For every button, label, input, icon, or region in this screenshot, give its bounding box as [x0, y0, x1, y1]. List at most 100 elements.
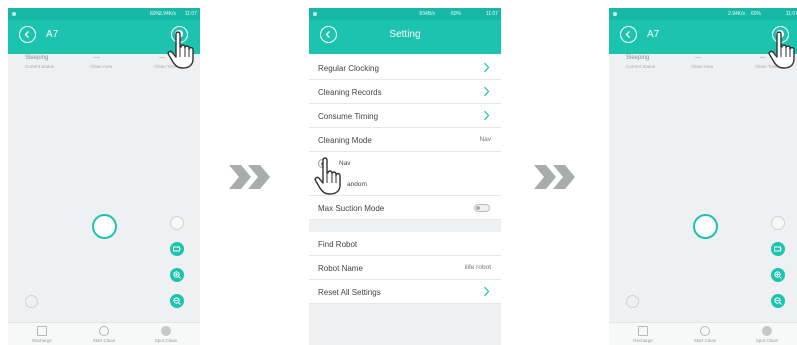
clean-time-value: --- — [159, 55, 165, 61]
spot-icon — [161, 326, 171, 336]
clock: 11:07 — [184, 11, 197, 17]
find-robot-row[interactable]: Find Robot — [309, 232, 501, 256]
direction-control-button[interactable] — [25, 295, 38, 308]
clock: 11:07 — [785, 11, 797, 17]
gray-control-button[interactable] — [771, 216, 785, 230]
zoom-out-icon — [774, 297, 782, 305]
robot-name-row[interactable]: Robot Name ilife robot — [309, 256, 501, 280]
clean-area-label: Clean Area — [691, 64, 714, 69]
clock: 11:07 — [485, 11, 498, 17]
battery-percent: 60% — [149, 11, 160, 17]
battery-button[interactable] — [771, 242, 785, 256]
pointing-hand-icon — [314, 157, 341, 195]
page-title: Setting — [389, 29, 421, 40]
cleaning-records-label: Cleaning Records — [318, 88, 382, 97]
pointing-hand-icon — [768, 31, 795, 69]
zoom-out-button[interactable] — [771, 294, 785, 308]
status-bar: 2.94K/s 60% 11:07 — [609, 8, 797, 20]
notification-icon — [613, 12, 617, 16]
status-label: Current Status — [626, 64, 656, 69]
network-speed: 2.94K/s — [728, 11, 745, 17]
battery-percent: 60% — [750, 11, 761, 17]
back-button[interactable] — [19, 26, 36, 43]
battery-percent: 60% — [450, 11, 461, 17]
chevron-right-icon — [484, 86, 490, 97]
house-icon — [37, 326, 47, 336]
phone-home-screen: 2.94K/s 60% 11:07 A7 Sleeping Current St… — [8, 8, 200, 345]
zoom-in-button[interactable] — [771, 268, 785, 282]
status-bar: 834B/s 60% 11:07 — [309, 8, 501, 20]
zoom-out-button[interactable] — [170, 294, 184, 308]
spot-clean-button[interactable]: Spot Clean — [136, 326, 196, 343]
robot-name-value: ilife robot — [464, 264, 491, 271]
robot-position-marker — [92, 214, 117, 239]
network-speed: 2.94K/s — [159, 11, 176, 17]
cleaning-records-row[interactable]: Cleaning Records — [309, 80, 501, 104]
chevron-right-icon — [484, 286, 490, 297]
clean-area-label: Clean Area — [90, 64, 113, 69]
house-icon — [638, 326, 648, 336]
max-suction-mode-row: Max Suction Mode — [309, 196, 501, 220]
regular-clocking-row[interactable]: Regular Clocking — [309, 56, 501, 80]
empty-area — [309, 304, 501, 345]
status-label: Current Status — [25, 64, 55, 69]
battery-button[interactable] — [170, 242, 184, 256]
option-random-label: andom — [347, 181, 367, 188]
device-name: A7 — [46, 29, 59, 40]
zoom-in-button[interactable] — [170, 268, 184, 282]
notification-icon — [313, 12, 317, 16]
zoom-in-icon — [774, 271, 782, 279]
play-icon — [700, 326, 710, 336]
double-chevron-right-icon — [229, 165, 270, 189]
status-value: Sleeping — [25, 55, 49, 61]
find-robot-label: Find Robot — [318, 240, 358, 249]
consume-timing-label: Consume Timing — [318, 112, 379, 121]
start-clean-label: Start Clean — [693, 338, 717, 343]
max-suction-toggle[interactable] — [474, 204, 490, 212]
clean-area-value: --- — [695, 55, 701, 61]
cleaning-mode-value: Nav — [479, 136, 491, 143]
direction-control-button[interactable] — [626, 295, 639, 308]
title-bar: Setting — [309, 20, 501, 54]
start-clean-label: Start Clean — [92, 338, 116, 343]
start-clean-button[interactable]: Start Clean — [675, 326, 735, 343]
recharge-label: Recharge — [633, 338, 653, 343]
chevron-right-icon — [484, 110, 490, 121]
spot-clean-button[interactable]: Spot Clean — [737, 326, 797, 343]
back-button[interactable] — [620, 26, 637, 43]
zoom-in-icon — [173, 271, 181, 279]
device-name: A7 — [647, 29, 660, 40]
spot-clean-label: Spot Clean — [154, 338, 178, 343]
chevron-left-icon — [625, 31, 630, 38]
reset-all-settings-row[interactable]: Reset All Settings — [309, 280, 501, 304]
reset-all-settings-label: Reset All Settings — [318, 288, 381, 297]
cleaning-mode-label: Cleaning Mode — [318, 136, 372, 145]
start-clean-button[interactable]: Start Clean — [74, 326, 134, 343]
robot-name-label: Robot Name — [318, 264, 363, 273]
pointing-hand-icon — [167, 31, 194, 69]
battery-icon — [774, 246, 782, 252]
cleaning-mode-row[interactable]: Cleaning Mode Nav — [309, 128, 501, 152]
status-bar: 2.94K/s 60% 11:07 — [8, 8, 200, 20]
regular-clocking-label: Regular Clocking — [318, 64, 379, 73]
chevron-right-icon — [484, 62, 490, 73]
section-divider — [309, 220, 501, 232]
phone-home-screen-return: 2.94K/s 60% 11:07 A7 Sleeping Current St… — [609, 8, 797, 345]
phone-settings-screen: 834B/s 60% 11:07 Setting Regular Clockin… — [309, 8, 501, 345]
spot-clean-label: Spot Clean — [755, 338, 779, 343]
bottom-nav: Recharge Start Clean Spot Clean — [609, 322, 797, 345]
bottom-nav: Recharge Start Clean Spot Clean — [8, 322, 200, 345]
consume-timing-row[interactable]: Consume Timing — [309, 104, 501, 128]
recharge-button[interactable]: Recharge — [12, 326, 72, 343]
status-value: Sleeping — [626, 55, 650, 61]
gray-control-button[interactable] — [170, 216, 184, 230]
clean-area-value: --- — [94, 55, 100, 61]
notification-icon — [12, 12, 16, 16]
tutorial-stage: 2.94K/s 60% 11:07 A7 Sleeping Current St… — [0, 0, 797, 345]
spot-icon — [762, 326, 772, 336]
clean-time-value: --- — [760, 55, 766, 61]
recharge-label: Recharge — [32, 338, 52, 343]
zoom-out-icon — [173, 297, 181, 305]
recharge-button[interactable]: Recharge — [613, 326, 673, 343]
double-chevron-right-icon — [534, 165, 575, 189]
